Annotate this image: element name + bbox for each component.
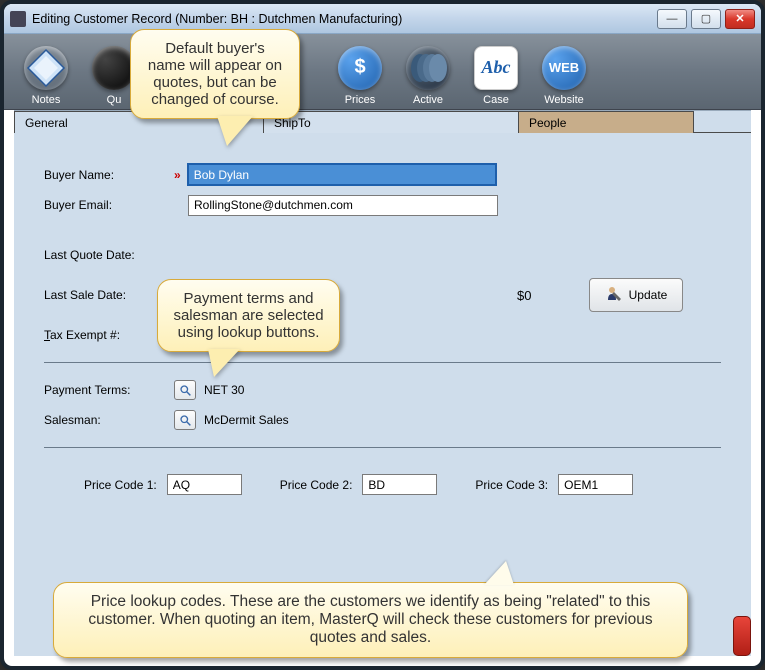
callout-lookup: Payment terms and salesman are selected … [157, 279, 340, 352]
dollar-icon: $ [338, 46, 382, 90]
price-code-row: Price Code 1: Price Code 2: Price Code 3… [44, 464, 721, 505]
row-last-sale: Last Sale Date: $0 Update [44, 284, 721, 306]
row-tax-exempt: TTax Exempt #:ax Exempt #: [44, 324, 721, 346]
salesman-value: McDermit Sales [204, 413, 289, 427]
toolbar: Notes Qu $ Prices Active Abc Case WEB We… [4, 34, 761, 110]
toolbar-notes[interactable]: Notes [16, 38, 76, 106]
label-salesman: Salesman: [44, 413, 174, 427]
callout-price-codes-text: Price lookup codes. These are the custom… [88, 593, 652, 646]
price-code-2-input[interactable] [362, 474, 437, 495]
lookup-payment-terms[interactable] [174, 380, 196, 400]
app-icon [10, 11, 26, 27]
toolbar-prices[interactable]: $ Prices [330, 38, 390, 106]
label-tax-exempt: TTax Exempt #:ax Exempt #: [44, 328, 174, 342]
toolbar-qu-label: Qu [107, 94, 122, 106]
toolbar-case[interactable]: Abc Case [466, 38, 526, 106]
toolbar-notes-label: Notes [32, 94, 61, 106]
label-payment-terms: Payment Terms: [44, 383, 174, 397]
window-controls: — ▢ ✕ [657, 9, 755, 29]
bottom-right-button-partial[interactable] [733, 616, 751, 656]
label-price-code-3: Price Code 3: [475, 478, 548, 492]
row-buyer-email: Buyer Email: [44, 194, 721, 216]
content-area: General ShipTo People Buyer Name: » Buye… [14, 110, 751, 656]
abc-icon: Abc [474, 46, 518, 90]
callout-tail-icon [217, 116, 253, 146]
tab-strip: General ShipTo People [14, 111, 751, 133]
maximize-button[interactable]: ▢ [691, 9, 721, 29]
label-price-code-1: Price Code 1: [84, 478, 157, 492]
row-last-quote: Last Quote Date: [44, 244, 721, 266]
toolbar-website[interactable]: WEB Website [534, 38, 594, 106]
titlebar: Editing Customer Record (Number: BH : Du… [4, 4, 761, 34]
lookup-salesman[interactable] [174, 410, 196, 430]
label-buyer-name: Buyer Name: [44, 168, 174, 182]
price-code-1-input[interactable] [167, 474, 242, 495]
minimize-button[interactable]: — [657, 9, 687, 29]
buyer-name-input[interactable] [187, 163, 497, 186]
callout-buyer-name-text: Default buyer's name will appear on quot… [148, 40, 282, 108]
row-buyer-name: Buyer Name: » [44, 163, 721, 186]
payment-terms-value: NET 30 [204, 383, 244, 397]
active-icon [406, 46, 450, 90]
update-label: Update [629, 288, 668, 302]
toolbar-prices-label: Prices [345, 94, 376, 106]
update-button[interactable]: Update [589, 278, 683, 312]
row-payment-terms: Payment Terms: NET 30 [44, 379, 721, 401]
callout-tail-icon [484, 561, 514, 585]
callout-lookup-text: Payment terms and salesman are selected … [173, 290, 323, 341]
divider-1 [44, 362, 721, 363]
web-icon: WEB [542, 46, 586, 90]
window-frame: Editing Customer Record (Number: BH : Du… [0, 0, 765, 670]
required-marker: » [174, 168, 181, 182]
toolbar-active-label: Active [413, 94, 443, 106]
callout-tail-icon [208, 349, 240, 377]
label-last-sale: Last Sale Date: [44, 288, 174, 302]
label-price-code-2: Price Code 2: [280, 478, 353, 492]
callout-buyer-name: Default buyer's name will appear on quot… [130, 29, 300, 119]
notes-icon [24, 46, 68, 90]
toolbar-active[interactable]: Active [398, 38, 458, 106]
label-last-quote: Last Quote Date: [44, 248, 174, 262]
close-button[interactable]: ✕ [725, 9, 755, 29]
toolbar-case-label: Case [483, 94, 509, 106]
toolbar-website-label: Website [544, 94, 584, 106]
form-body: Buyer Name: » Buyer Email: Last Quote Da… [14, 133, 751, 515]
price-code-3-input[interactable] [558, 474, 633, 495]
tab-people[interactable]: People [519, 111, 694, 133]
buyer-email-input[interactable] [188, 195, 498, 216]
row-salesman: Salesman: McDermit Sales [44, 409, 721, 431]
tab-shipto[interactable]: ShipTo [264, 111, 519, 133]
update-icon [605, 285, 623, 306]
window-title: Editing Customer Record (Number: BH : Du… [32, 12, 657, 26]
callout-price-codes: Price lookup codes. These are the custom… [53, 582, 688, 658]
divider-2 [44, 447, 721, 448]
last-sale-amount: $0 [517, 288, 531, 303]
label-buyer-email: Buyer Email: [44, 198, 174, 212]
